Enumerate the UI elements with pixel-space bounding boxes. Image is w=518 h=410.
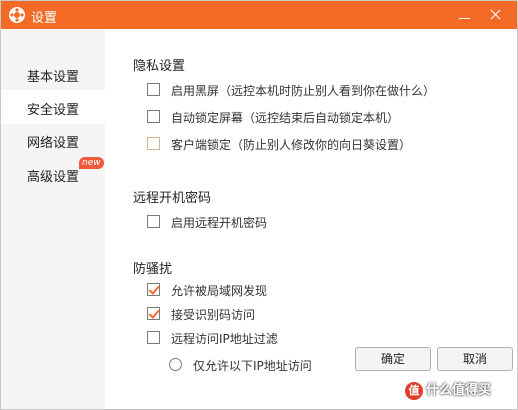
title-bar[interactable]: 设置 (1, 1, 517, 29)
sunflower-logo-icon (9, 7, 25, 23)
option-label: 允许被局域网发现 (171, 284, 268, 298)
option-label: 仅允许以下IP地址访问 (193, 359, 312, 373)
checkbox[interactable] (147, 283, 160, 296)
sidebar-item-label: 安全设置 (27, 103, 80, 118)
watermark: 值什么值得买 (405, 379, 515, 403)
sidebar-item-basic[interactable]: 基本设置 (1, 57, 105, 91)
sidebar-item-label: 高级设置 (27, 170, 80, 185)
cancel-button[interactable]: 取消 (437, 347, 513, 371)
option-label: 启用黑屏（远控本机时防止别人看到你在做什么） (171, 84, 436, 98)
checkbox[interactable] (147, 307, 160, 320)
checkbox[interactable] (147, 110, 160, 123)
section-title-anti-harass: 防骚扰 (133, 262, 173, 277)
radio-button[interactable] (169, 358, 182, 371)
checkbox[interactable] (147, 83, 160, 96)
window-title: 设置 (31, 11, 58, 26)
new-badge: new (79, 157, 104, 169)
option-label: 启用远程开机密码 (171, 216, 268, 230)
watermark-badge: 值 (405, 381, 423, 400)
sidebar-item-label: 基本设置 (27, 70, 80, 85)
ok-button[interactable]: 确定 (355, 347, 431, 371)
option-label: 自动锁定屏幕（远控结束后自动锁定本机） (171, 111, 400, 125)
minimize-icon[interactable] (453, 5, 475, 25)
option-label: 客户端锁定（防止别人修改你的向日葵设置） (171, 138, 412, 152)
sidebar-item-security[interactable]: 安全设置 (1, 90, 105, 124)
sidebar-item-advanced[interactable]: 高级设置 new (1, 157, 105, 191)
checkbox[interactable] (147, 137, 160, 150)
checkbox[interactable] (147, 331, 160, 344)
sidebar-item-network[interactable]: 网络设置 (1, 123, 105, 157)
sidebar-item-label: 网络设置 (27, 136, 80, 151)
sidebar: 基本设置 安全设置 网络设置 高级设置 new (1, 29, 105, 409)
settings-window: 设置 基本设置 安全设置 网络设置 高级设置 new 隐私设置 启用黑屏（远控本… (0, 0, 518, 410)
option-label: 远程访问IP地址过滤 (171, 332, 278, 346)
watermark-text: 什么值得买 (426, 383, 492, 398)
option-label: 接受识别码访问 (171, 308, 256, 322)
section-title-privacy: 隐私设置 (133, 59, 186, 74)
checkbox[interactable] (147, 215, 160, 228)
section-title-remote-boot: 远程开机密码 (133, 191, 212, 206)
close-icon[interactable] (485, 5, 507, 25)
